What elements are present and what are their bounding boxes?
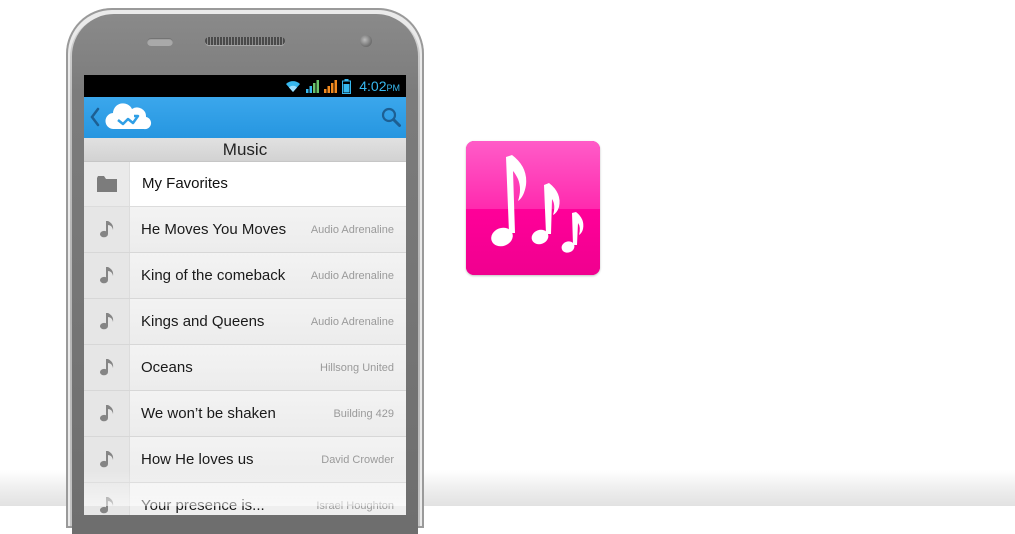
- front-camera: [360, 35, 372, 47]
- track-artist: Audio Adrenaline: [310, 316, 394, 328]
- music-note-icon: [100, 267, 114, 284]
- wifi-icon: [286, 81, 301, 92]
- track-artist: Audio Adrenaline: [310, 224, 394, 236]
- track-artist: Building 429: [333, 408, 394, 420]
- cloud-logo-icon[interactable]: [104, 101, 152, 133]
- music-notes-icon: [491, 155, 584, 253]
- track-title: Kings and Queens: [141, 313, 265, 330]
- signal-icon: [306, 80, 320, 93]
- status-time: 4:02PM: [359, 78, 400, 94]
- track-list: He Moves You Moves Audio Adrenaline King…: [84, 207, 406, 515]
- track-artist: David Crowder: [321, 454, 394, 466]
- track-row[interactable]: He Moves You Moves Audio Adrenaline: [84, 207, 406, 253]
- chevron-left-icon[interactable]: [90, 107, 100, 127]
- track-title: King of the comeback: [141, 267, 286, 284]
- track-row[interactable]: How He loves us David Crowder: [84, 437, 406, 483]
- track-row[interactable]: Your presence is... Israel Houghton: [84, 483, 406, 515]
- battery-icon: [342, 78, 352, 94]
- track-title: Oceans: [141, 359, 193, 376]
- track-title: How He loves us: [141, 451, 254, 468]
- search-icon[interactable]: [380, 106, 402, 128]
- track-title: We won’t be shaken: [141, 405, 276, 422]
- folder-icon: [97, 176, 117, 192]
- folder-label: My Favorites: [142, 175, 228, 192]
- signal-icon-2: [324, 80, 338, 93]
- music-app-icon[interactable]: [466, 141, 600, 275]
- music-note-icon: [100, 451, 114, 468]
- track-artist: Audio Adrenaline: [310, 270, 394, 282]
- track-artist: Israel Houghton: [316, 500, 394, 512]
- track-row[interactable]: We won’t be shaken Building 429: [84, 391, 406, 437]
- sensor: [147, 38, 173, 46]
- folder-row-my-favorites[interactable]: My Favorites: [84, 162, 406, 207]
- music-note-icon: [100, 313, 114, 330]
- track-title: He Moves You Moves: [141, 221, 287, 238]
- action-bar: [84, 97, 406, 138]
- music-note-icon: [100, 497, 114, 514]
- track-row[interactable]: King of the comeback Audio Adrenaline: [84, 253, 406, 299]
- music-note-icon: [100, 359, 114, 376]
- music-note-icon: [100, 221, 114, 238]
- music-note-icon: [100, 405, 114, 422]
- earpiece-speaker: [205, 37, 285, 45]
- track-row[interactable]: Kings and Queens Audio Adrenaline: [84, 299, 406, 345]
- track-artist: Hillsong United: [320, 362, 394, 374]
- phone-screen: 4:02PM Music My Favorites He Moves You M…: [84, 75, 406, 515]
- section-title: Music: [84, 138, 406, 162]
- status-bar: 4:02PM: [84, 75, 406, 97]
- track-row[interactable]: Oceans Hillsong United: [84, 345, 406, 391]
